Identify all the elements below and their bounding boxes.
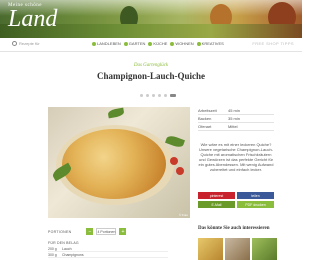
menu-label: LANDLEBEN	[97, 41, 121, 46]
info-row: Backen 35 min	[198, 115, 274, 123]
recipe-kicker: Das Gartenglück	[133, 63, 169, 68]
main-menu: LANDLEBEN GARTEN KÜCHE WOHNEN KREATIVES	[92, 41, 224, 46]
menu-icon	[148, 41, 153, 46]
info-value: 35 min	[228, 116, 241, 121]
related-thumbnail[interactable]	[198, 238, 223, 260]
portions-value[interactable]: 4 Portionen	[96, 228, 117, 235]
ingredient-name: Lauch	[62, 246, 72, 251]
recipe-info-table: Arbeitszeit 45 min Backen 35 min Ofenart Mi…	[198, 107, 274, 131]
photo-herb	[107, 107, 125, 119]
minus-button[interactable]: −	[86, 228, 94, 235]
portions-label: PORTIONEN	[48, 229, 72, 234]
ingredient-row: 300 g Champignons	[48, 252, 168, 258]
related-thumbnails	[198, 238, 277, 260]
ingredient-name: Champignons	[62, 252, 84, 257]
menu-icon	[170, 41, 175, 46]
site-logo[interactable]: Meine schöne Land	[8, 3, 57, 31]
nav-bar: Rezepte für LANDLEBEN GARTEN KÜCHE WOHNE…	[0, 38, 302, 52]
search-icon	[12, 41, 17, 46]
menu-icon	[92, 41, 96, 46]
menu-icon	[123, 41, 128, 46]
share-buttons: pinterest teilen E-Mail PDF drucken	[198, 192, 274, 208]
info-key: Arbeitszeit	[198, 108, 217, 113]
menu-item-kueche[interactable]: KÜCHE	[148, 41, 167, 46]
menu-icon	[196, 41, 201, 46]
page-title: Champignon-Lauch-Quiche	[96, 71, 206, 81]
slider-dot[interactable]	[158, 94, 161, 97]
menu-label: KÜCHE	[153, 41, 168, 46]
ingredient-amount: 300 g	[48, 252, 57, 257]
menu-label: KREATIVES	[201, 41, 224, 46]
menu-label: GARTEN	[128, 41, 146, 46]
portions-control: PORTIONEN − 4 Portionen +	[48, 228, 127, 235]
photo-tomato	[176, 167, 184, 175]
menu-item-garten[interactable]: GARTEN	[123, 41, 146, 46]
facebook-share-button[interactable]: teilen	[237, 192, 274, 199]
email-button[interactable]: E-Mail	[198, 201, 235, 208]
related-thumbnail[interactable]	[225, 238, 250, 260]
info-value: 45 min	[228, 108, 241, 113]
print-pdf-button[interactable]: PDF drucken	[237, 201, 274, 208]
header-banner: Meine schöne Land	[0, 0, 302, 38]
menu-item-kreatives[interactable]: KREATIVES	[196, 41, 224, 46]
slider-dots[interactable]	[140, 94, 176, 97]
ingredients-heading: FÜR DEN BELAG	[48, 241, 79, 245]
info-key: Ofenart	[198, 124, 212, 129]
search-field[interactable]: Rezepte für	[12, 41, 40, 46]
photo-quiche	[62, 129, 166, 199]
plus-button[interactable]: +	[119, 228, 127, 235]
menu-label: WOHNEN	[175, 41, 194, 46]
pinterest-button[interactable]: pinterest	[198, 192, 235, 199]
info-row: Ofenart Mittel	[198, 123, 274, 131]
info-row: Arbeitszeit 45 min	[198, 107, 274, 115]
menu-item-landleben[interactable]: LANDLEBEN	[92, 41, 121, 46]
photo-tomato	[170, 157, 178, 165]
recipe-photo: © Foto	[48, 107, 190, 218]
slider-dot[interactable]	[152, 94, 155, 97]
info-key: Backen	[198, 116, 212, 121]
info-value: Mittel	[228, 124, 238, 129]
header-right-links[interactable]: FREE SHOP TIPPS	[252, 41, 294, 46]
recipe-description: Wie wäre es mit einer leckeren Quiche? U…	[198, 142, 274, 172]
slider-dot[interactable]	[164, 94, 167, 97]
slider-dot-active[interactable]	[170, 94, 176, 97]
photo-caption: © Foto	[178, 213, 188, 217]
slider-dot[interactable]	[146, 94, 149, 97]
ingredient-amount: 200 g	[48, 246, 57, 251]
related-heading: Das könnte Sie auch interessieren	[198, 226, 270, 231]
slider-dot[interactable]	[140, 94, 143, 97]
menu-item-wohnen[interactable]: WOHNEN	[170, 41, 194, 46]
related-thumbnail[interactable]	[252, 238, 277, 260]
ingredients-list: 200 g Lauch 300 g Champignons	[48, 246, 168, 258]
logo-big-text: Land	[8, 6, 58, 32]
search-placeholder: Rezepte für	[19, 41, 40, 46]
